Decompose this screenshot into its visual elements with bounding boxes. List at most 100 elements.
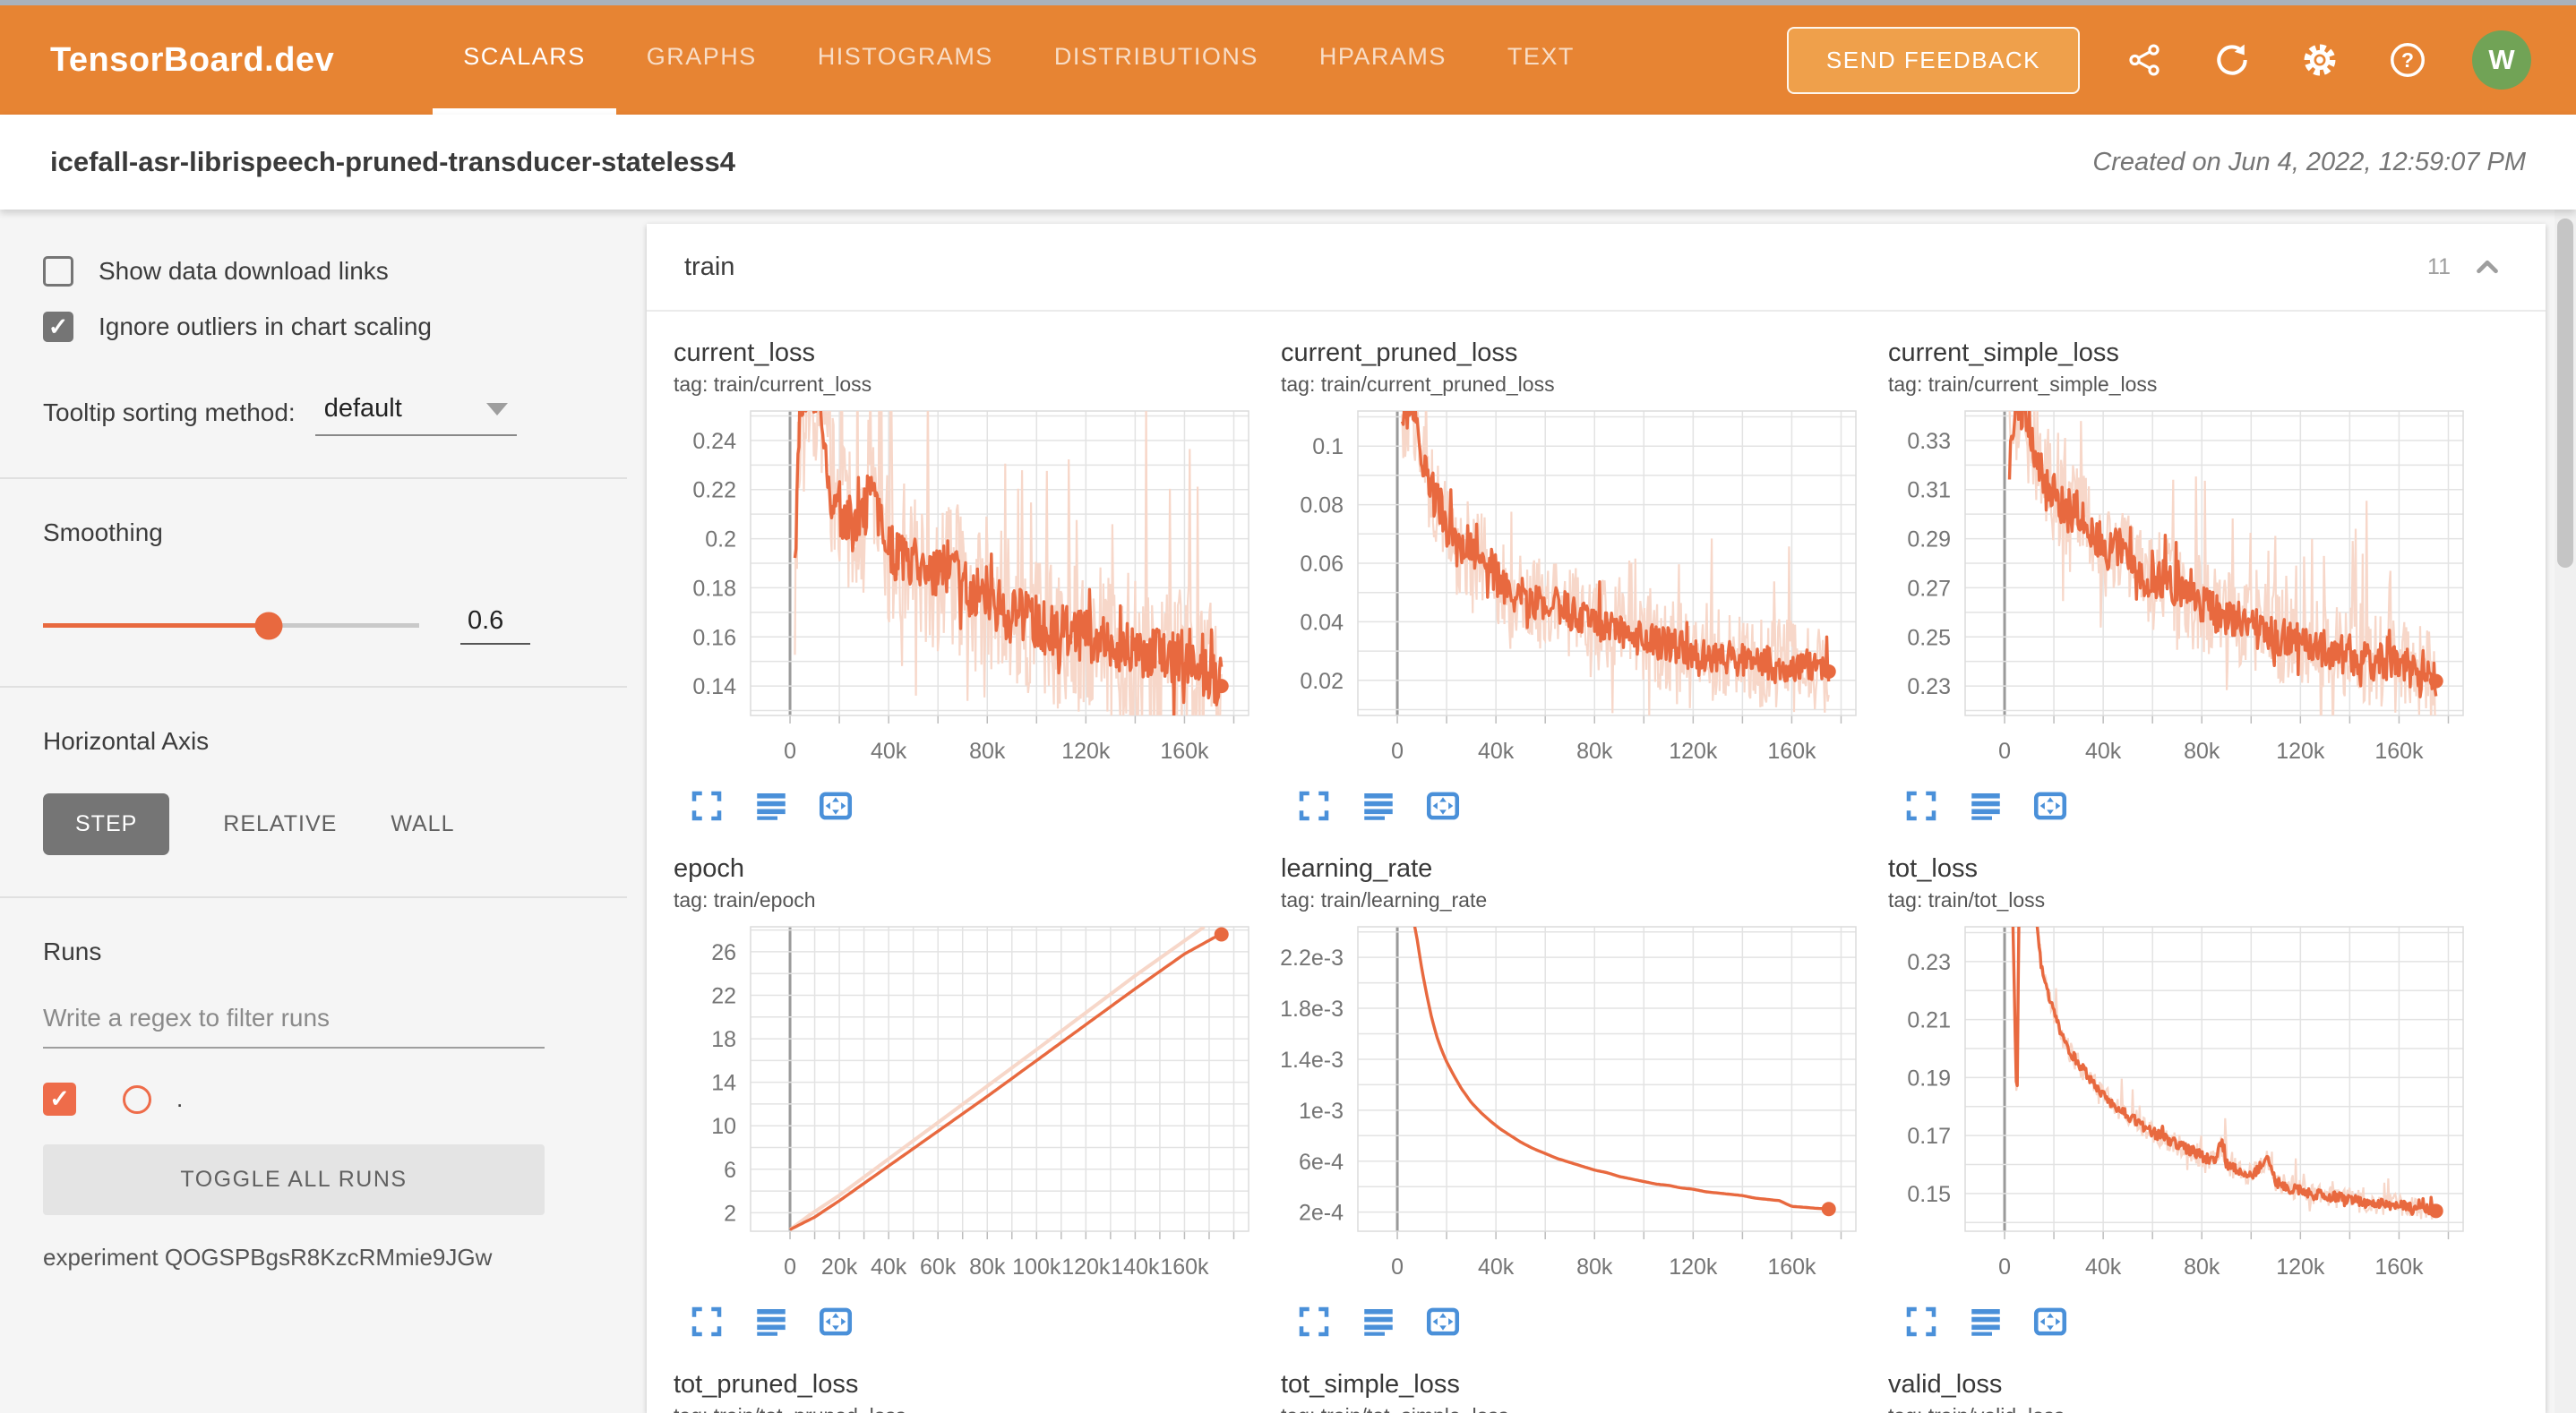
chart-tag: tag: train/learning_rate <box>1281 888 1865 912</box>
expand-icon[interactable] <box>1295 1303 1333 1345</box>
divider <box>0 686 627 688</box>
fit-domain-icon[interactable] <box>817 1303 854 1345</box>
svg-text:160k: 160k <box>1767 1255 1816 1280</box>
chart-actions <box>1888 1303 2472 1345</box>
runs-label: Runs <box>43 938 589 966</box>
fit-domain-icon[interactable] <box>2031 1303 2069 1345</box>
fit-domain-icon[interactable] <box>1424 787 1462 829</box>
expand-icon[interactable] <box>1902 787 1940 829</box>
expand-icon[interactable] <box>688 787 726 829</box>
axis-button-wall[interactable]: WALL <box>391 793 454 855</box>
run-name: . <box>176 1085 183 1113</box>
chevron-down-icon <box>486 403 508 415</box>
svg-text:0.08: 0.08 <box>1300 493 1344 518</box>
log-scale-icon[interactable] <box>1360 1303 1397 1345</box>
log-scale-icon[interactable] <box>1967 787 2005 829</box>
settings-sidebar: Show data download links ✓ Ignore outlie… <box>0 210 627 1413</box>
divider <box>0 896 627 898</box>
chart-tag: tag: train/current_pruned_loss <box>1281 373 1865 397</box>
show-download-links-checkbox[interactable] <box>43 256 73 287</box>
fit-domain-icon[interactable] <box>817 787 854 829</box>
share-icon[interactable] <box>2121 37 2168 83</box>
refresh-icon[interactable] <box>2209 37 2255 83</box>
svg-text:0: 0 <box>784 1255 796 1280</box>
log-scale-icon[interactable] <box>752 1303 790 1345</box>
fit-domain-icon[interactable] <box>1424 1303 1462 1345</box>
ignore-outliers-checkbox[interactable]: ✓ <box>43 312 73 342</box>
smoothing-value[interactable]: 0.6 <box>460 606 530 645</box>
send-feedback-button[interactable]: SEND FEEDBACK <box>1787 27 2080 94</box>
svg-text:80k: 80k <box>969 1255 1006 1280</box>
chart-card-tot_loss: tot_losstag: train/tot_loss0.150.170.190… <box>1888 854 2472 1345</box>
log-scale-icon[interactable] <box>752 787 790 829</box>
chart-title: learning_rate <box>1281 854 1865 884</box>
smoothing-slider-thumb[interactable] <box>255 612 283 639</box>
svg-text:60k: 60k <box>920 1255 957 1280</box>
chart-card-current_pruned_loss: current_pruned_losstag: train/current_pr… <box>1281 338 1865 829</box>
axis-button-relative[interactable]: RELATIVE <box>223 793 337 855</box>
svg-text:40k: 40k <box>871 1255 907 1280</box>
chart-plot-learning_rate[interactable]: 2e-46e-41e-31.4e-31.8e-32.2e-3040k80k120… <box>1281 921 1865 1301</box>
expand-icon[interactable] <box>1902 1303 1940 1345</box>
horizontal-axis-label: Horizontal Axis <box>43 727 589 756</box>
svg-text:0: 0 <box>1998 739 2011 764</box>
svg-text:2.2e-3: 2.2e-3 <box>1281 946 1344 971</box>
svg-text:160k: 160k <box>1160 739 1209 764</box>
chart-card-learning_rate: learning_rate tag: train/learning_rate 2e-… <box>1281 854 1865 1345</box>
toggle-all-runs-button[interactable]: TOGGLE ALL RUNS <box>43 1144 545 1215</box>
expand-icon[interactable] <box>688 1303 726 1345</box>
chart-plot-current_pruned_loss[interactable]: 0.020.040.060.080.1040k80k120k160k <box>1281 406 1865 785</box>
svg-text:160k: 160k <box>1160 1255 1209 1280</box>
smoothing-slider[interactable] <box>43 623 419 628</box>
svg-text:0.29: 0.29 <box>1907 527 1951 552</box>
scrollbar-thumb[interactable] <box>2557 218 2573 568</box>
svg-text:0.23: 0.23 <box>1907 674 1951 699</box>
expand-icon[interactable] <box>1295 787 1333 829</box>
chart-tag: tag: train/tot_pruned_loss <box>674 1404 1258 1413</box>
fit-domain-icon[interactable] <box>2031 787 2069 829</box>
chart-card-epoch: epochtag: train/epoch261014182226020k40k… <box>674 854 1258 1345</box>
scrollbar[interactable] <box>2555 210 2576 1413</box>
horizontal-axis-buttons: STEP RELATIVE WALL <box>43 793 589 855</box>
svg-text:0.33: 0.33 <box>1907 429 1951 454</box>
svg-text:6e-4: 6e-4 <box>1299 1150 1344 1175</box>
settings-icon[interactable] <box>2297 37 2343 83</box>
svg-text:0.02: 0.02 <box>1300 669 1344 694</box>
svg-text:160k: 160k <box>2374 1255 2424 1280</box>
svg-text:80k: 80k <box>2184 1255 2220 1280</box>
chart-plot-epoch[interactable]: 261014182226020k40k60k80k100k120k140k160… <box>674 921 1258 1301</box>
help-icon[interactable]: ? <box>2384 37 2431 83</box>
svg-text:26: 26 <box>711 940 736 965</box>
tab-histograms[interactable]: HISTOGRAMS <box>787 5 1024 115</box>
svg-text:40k: 40k <box>871 739 907 764</box>
chart-title: valid_loss <box>1888 1370 2472 1400</box>
chart-plot-tot_loss[interactable]: 0.150.170.190.210.23040k80k120k160k <box>1888 921 2472 1301</box>
svg-text:160k: 160k <box>1767 739 1816 764</box>
tab-scalars[interactable]: SCALARS <box>433 5 616 115</box>
charts-grid: current_losstag: train/current_loss0.140… <box>647 312 2546 1413</box>
chart-tag: tag: train/current_simple_loss <box>1888 373 2472 397</box>
user-avatar[interactable]: W <box>2472 30 2531 90</box>
chart-plot-current_loss[interactable]: 0.140.160.180.20.220.24040k80k120k160k <box>674 406 1258 785</box>
experiment-id-label: experiment QOGSPBgsR8KzcRMmie9JGw <box>43 1244 589 1272</box>
tab-distributions[interactable]: DISTRIBUTIONS <box>1024 5 1289 115</box>
tab-hparams[interactable]: HPARAMS <box>1289 5 1477 115</box>
experiment-created-date: Created on Jun 4, 2022, 12:59:07 PM <box>2092 148 2526 177</box>
tab-text[interactable]: TEXT <box>1477 5 1605 115</box>
log-scale-icon[interactable] <box>1967 1303 2005 1345</box>
run-checkbox[interactable]: ✓ <box>43 1083 76 1116</box>
chart-tag: tag: train/tot_simple_loss <box>1281 1404 1865 1413</box>
train-section-header[interactable]: train 11 <box>647 224 2546 312</box>
show-download-links-row: Show data download links <box>43 256 589 287</box>
smoothing-slider-fill <box>43 623 269 628</box>
log-scale-icon[interactable] <box>1360 787 1397 829</box>
svg-text:0.06: 0.06 <box>1300 552 1344 577</box>
runs-filter-input[interactable] <box>43 998 545 1049</box>
tab-graphs[interactable]: GRAPHS <box>616 5 787 115</box>
chart-plot-current_simple_loss[interactable]: 0.230.250.270.290.310.33040k80k120k160k <box>1888 406 2472 785</box>
tooltip-sorting-dropdown[interactable]: default <box>315 394 517 436</box>
svg-text:2e-4: 2e-4 <box>1299 1201 1344 1226</box>
chevron-up-icon[interactable] <box>2470 250 2504 284</box>
axis-button-step[interactable]: STEP <box>43 793 169 855</box>
svg-text:120k: 120k <box>1669 1255 1718 1280</box>
